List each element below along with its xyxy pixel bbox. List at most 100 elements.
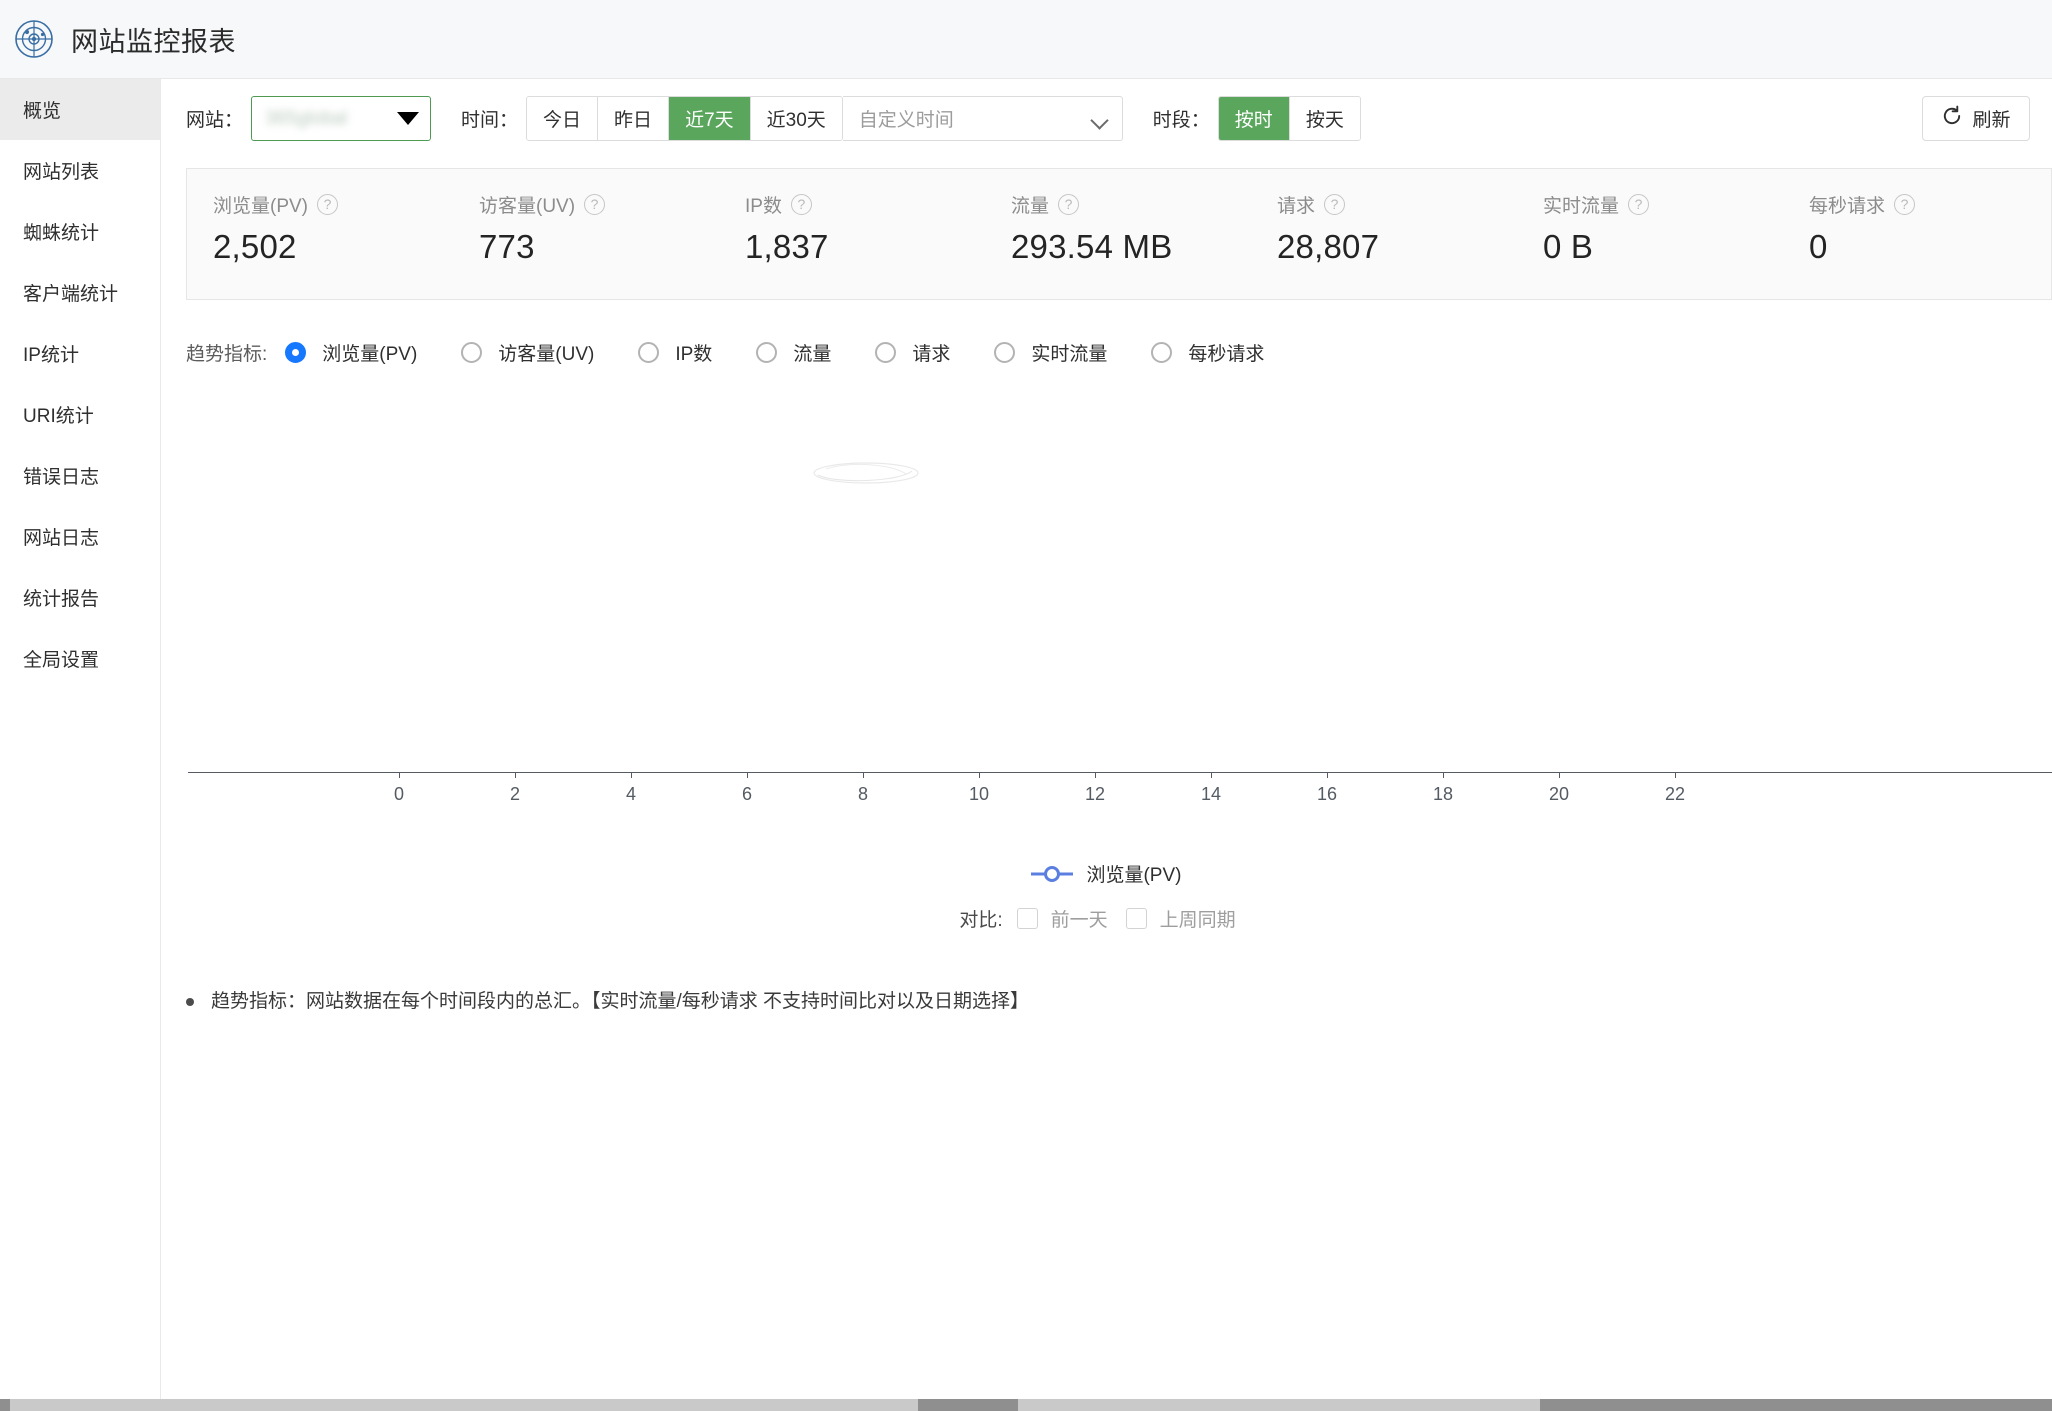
period-label: 时段： xyxy=(1152,110,1210,131)
stat-label: 实时流量 xyxy=(1543,196,1620,217)
app-body: 概览 网站列表 蜘蛛统计 客户端统计 IP统计 URI统计 错误日志 网站日志 … xyxy=(0,79,2052,1411)
sidebar-item-label: 概览 xyxy=(23,101,62,122)
custom-date-input[interactable]: 自定义时间 xyxy=(842,96,1123,141)
x-axis-tick xyxy=(1443,772,1444,778)
sidebar-item-label: 网站列表 xyxy=(23,162,100,183)
x-axis-tick xyxy=(399,772,400,778)
x-axis-tick-label: 18 xyxy=(1432,784,1454,804)
trend-radio-pv[interactable]: 浏览量(PV) xyxy=(285,339,417,366)
footnote-text: 趋势指标：网站数据在每个时间段内的总汇。【实时流量/每秒请求 不支持时间比对以及… xyxy=(211,991,1030,1012)
question-circle-icon[interactable]: ? xyxy=(584,194,606,215)
time-range-yesterday[interactable]: 昨日 xyxy=(598,97,670,140)
sidebar: 概览 网站列表 蜘蛛统计 客户端统计 IP统计 URI统计 错误日志 网站日志 … xyxy=(0,79,161,1411)
x-axis-tick-label: 4 xyxy=(625,784,637,804)
sidebar-item-label: 网站日志 xyxy=(23,528,100,549)
stat-ip-count: IP数 ? 1,837 xyxy=(721,191,987,299)
radio-icon xyxy=(994,341,1016,363)
checkbox-icon xyxy=(1125,908,1147,929)
compare-checkbox-same-period-last-week[interactable]: 上周同期 xyxy=(1125,905,1236,932)
time-range-group: 今日 昨日 近7天 近30天 xyxy=(526,96,843,141)
time-range-label: 时间： xyxy=(461,110,519,131)
sidebar-item-client-stats[interactable]: 客户端统计 xyxy=(0,262,160,323)
site-select-value: 365global xyxy=(265,107,348,129)
question-circle-icon[interactable]: ? xyxy=(1894,194,1916,215)
filter-toolbar: 网站： 365global 时间： 今日 昨日 近7天 近30天 自定义时间 时… xyxy=(161,79,2052,158)
caret-down-icon xyxy=(397,112,420,125)
sidebar-item-overview[interactable]: 概览 xyxy=(0,79,160,140)
site-select[interactable]: 365global xyxy=(251,96,432,141)
main-content: 网站： 365global 时间： 今日 昨日 近7天 近30天 自定义时间 时… xyxy=(161,79,2052,1411)
site-select-label: 网站： xyxy=(186,110,244,131)
trend-radio-label: 浏览量(PV) xyxy=(322,343,418,365)
radio-icon xyxy=(638,341,660,363)
chart-legend: 浏览量(PV) xyxy=(161,860,2052,887)
x-axis-tick xyxy=(1095,772,1096,778)
x-axis-tick-label: 2 xyxy=(509,784,521,804)
sidebar-item-global-settings[interactable]: 全局设置 xyxy=(0,628,160,689)
x-axis-tick xyxy=(1211,772,1212,778)
chart-legend-label[interactable]: 浏览量(PV) xyxy=(1086,860,1181,887)
stat-value: 293.54 MB xyxy=(1011,228,1173,265)
x-axis-line xyxy=(188,772,2052,773)
trend-radio-requests-per-second[interactable]: 每秒请求 xyxy=(1151,339,1264,366)
trend-radio-label: 流量 xyxy=(793,343,832,365)
line-circle-marker-icon[interactable] xyxy=(1031,864,1074,884)
trend-radio-uv[interactable]: 访客量(UV) xyxy=(461,339,594,366)
radio-icon xyxy=(875,341,897,363)
stat-label: IP数 xyxy=(745,196,782,217)
bottom-strip-segment xyxy=(918,1399,1018,1411)
trend-radio-label: 实时流量 xyxy=(1031,343,1108,365)
refresh-button[interactable]: 刷新 xyxy=(1922,96,2030,141)
sidebar-item-ip-stats[interactable]: IP统计 xyxy=(0,323,160,384)
sidebar-item-spider-stats[interactable]: 蜘蛛统计 xyxy=(0,201,160,262)
checkbox-icon xyxy=(1016,908,1038,929)
sidebar-item-uri-stats[interactable]: URI统计 xyxy=(0,384,160,445)
sidebar-item-site-log[interactable]: 网站日志 xyxy=(0,506,160,567)
x-axis-tick xyxy=(1327,772,1328,778)
stat-value: 28,807 xyxy=(1277,228,1380,265)
trend-radio-ip-count[interactable]: IP数 xyxy=(638,339,712,366)
sidebar-item-label: 全局设置 xyxy=(23,650,100,671)
time-range-today[interactable]: 今日 xyxy=(527,97,599,140)
sidebar-item-label: 错误日志 xyxy=(23,467,100,488)
question-circle-icon[interactable]: ? xyxy=(1324,194,1346,215)
bottom-strip-segment xyxy=(0,1399,10,1411)
question-circle-icon[interactable]: ? xyxy=(790,194,812,215)
x-axis-tick-label: 22 xyxy=(1664,784,1686,804)
stat-value: 773 xyxy=(479,228,535,265)
stat-value: 0 B xyxy=(1543,228,1594,265)
sidebar-item-label: URI统计 xyxy=(23,406,94,427)
x-axis-tick xyxy=(863,772,864,778)
trend-chart: 0 2 4 6 8 10 12 14 16 18 20 22 xyxy=(186,368,2052,854)
stat-uv: 访客量(UV) ? 773 xyxy=(455,191,721,299)
compare-option-label: 前一天 xyxy=(1050,910,1108,931)
trend-radio-label: IP数 xyxy=(675,343,713,365)
stat-label: 每秒请求 xyxy=(1809,196,1886,217)
sidebar-item-stat-report[interactable]: 统计报告 xyxy=(0,567,160,628)
question-circle-icon[interactable]: ? xyxy=(317,194,339,215)
refresh-icon xyxy=(1941,105,1963,133)
x-axis-tick-label: 10 xyxy=(968,784,990,804)
question-circle-icon[interactable]: ? xyxy=(1628,194,1650,215)
x-axis-tick-label: 8 xyxy=(857,784,869,804)
bottom-strip xyxy=(0,1399,2052,1411)
app-title: 网站监控报表 xyxy=(71,26,236,57)
x-axis-tick-label: 6 xyxy=(741,784,753,804)
period-by-hour[interactable]: 按时 xyxy=(1218,97,1290,140)
x-axis-tick-label: 14 xyxy=(1200,784,1222,804)
stat-traffic: 流量 ? 293.54 MB xyxy=(987,191,1253,299)
app-header: 网站监控报表 xyxy=(0,0,2052,79)
period-by-day[interactable]: 按天 xyxy=(1289,97,1360,140)
question-circle-icon[interactable]: ? xyxy=(1058,194,1080,215)
time-range-last-7-days[interactable]: 近7天 xyxy=(669,97,751,140)
sidebar-item-site-list[interactable]: 网站列表 xyxy=(0,140,160,201)
trend-radio-requests[interactable]: 请求 xyxy=(875,339,950,366)
compare-checkbox-previous-day[interactable]: 前一天 xyxy=(1016,905,1108,932)
time-range-last-30-days[interactable]: 近30天 xyxy=(750,97,842,140)
bullet-icon xyxy=(186,998,194,1006)
x-axis-tick xyxy=(515,772,516,778)
chevron-down-icon xyxy=(1091,114,1108,124)
trend-radio-realtime-traffic[interactable]: 实时流量 xyxy=(994,339,1107,366)
trend-radio-traffic[interactable]: 流量 xyxy=(756,339,831,366)
sidebar-item-error-log[interactable]: 错误日志 xyxy=(0,445,160,506)
